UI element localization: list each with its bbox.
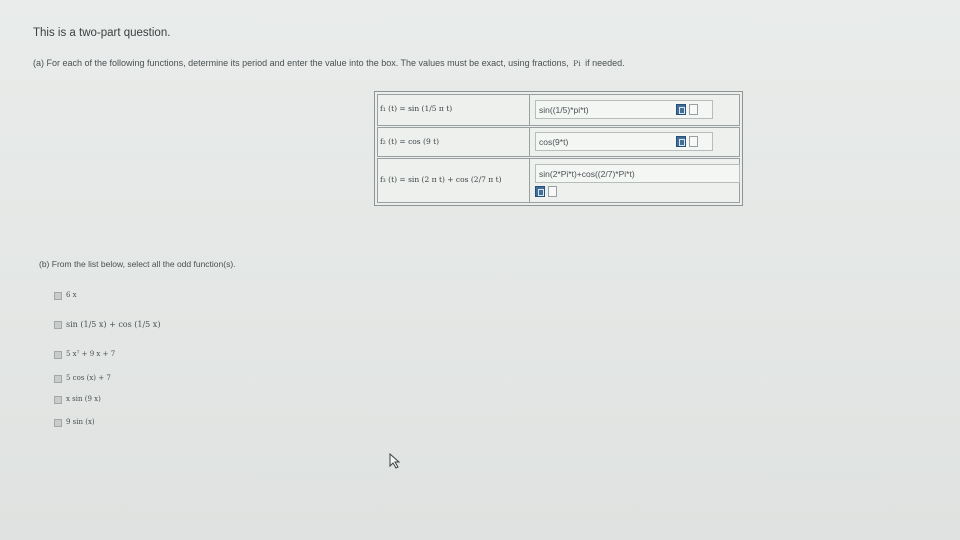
option-label: sin (1/5 x) + cos (1/5 x) <box>66 320 161 329</box>
mouse-cursor-icon <box>389 453 401 469</box>
option-checkbox[interactable] <box>54 321 62 329</box>
function-f1: f₁ (t) = sin (1/5 π t) <box>380 104 453 113</box>
pi-symbol: Pi <box>573 59 581 68</box>
option-checkbox[interactable] <box>54 375 62 383</box>
table-row: f₁ (t) = sin (1/5 π t) sin((1/5)*pi*t) <box>377 94 740 126</box>
part-b-instructions: (b) From the list below, select all the … <box>39 259 236 269</box>
option-label: x sin (9 x) <box>66 395 101 403</box>
option-checkbox[interactable] <box>54 396 62 404</box>
question-intro: This is a two-part question. <box>33 27 171 39</box>
function-f2: f₂ (t) = cos (9 t) <box>380 137 440 146</box>
help-doc-icon[interactable] <box>689 136 698 147</box>
answer-input-f3[interactable]: sin(2*Pi*t)+cos((2/7)*Pi*t) <box>535 164 740 183</box>
option-checkbox[interactable] <box>54 419 62 427</box>
table-row: f₂ (t) = cos (9 t) cos(9*t) <box>377 127 740 157</box>
function-f3: f₃ (t) = sin (2 π t) + cos (2/7 π t) <box>380 175 502 184</box>
part-a-instructions: (a) For each of the following functions,… <box>33 58 625 68</box>
answer-icons <box>676 104 702 116</box>
part-a-text-end: if needed. <box>585 58 625 68</box>
option-label: 5 cos (x) + 7 <box>66 374 111 382</box>
preview-icon[interactable] <box>676 136 686 147</box>
table-row: f₃ (t) = sin (2 π t) + cos (2/7 π t) sin… <box>377 158 740 203</box>
part-a-text: (a) For each of the following functions,… <box>33 58 569 68</box>
answer-table: f₁ (t) = sin (1/5 π t) sin((1/5)*pi*t) f… <box>374 91 743 206</box>
option-label: 6 x <box>66 291 77 299</box>
function-cell: f₃ (t) = sin (2 π t) + cos (2/7 π t) <box>378 159 530 202</box>
answer-icons <box>535 186 561 198</box>
function-cell: f₂ (t) = cos (9 t) <box>378 128 530 156</box>
preview-icon[interactable] <box>535 186 545 197</box>
function-cell: f₁ (t) = sin (1/5 π t) <box>378 95 530 125</box>
option-label: 9 sin (x) <box>66 418 95 426</box>
answer-icons <box>676 136 702 148</box>
preview-icon[interactable] <box>676 104 686 115</box>
help-doc-icon[interactable] <box>689 104 698 115</box>
option-label: 5 x⁷ + 9 x + 7 <box>66 350 116 358</box>
option-checkbox[interactable] <box>54 292 62 300</box>
help-doc-icon[interactable] <box>548 186 557 197</box>
option-checkbox[interactable] <box>54 351 62 359</box>
